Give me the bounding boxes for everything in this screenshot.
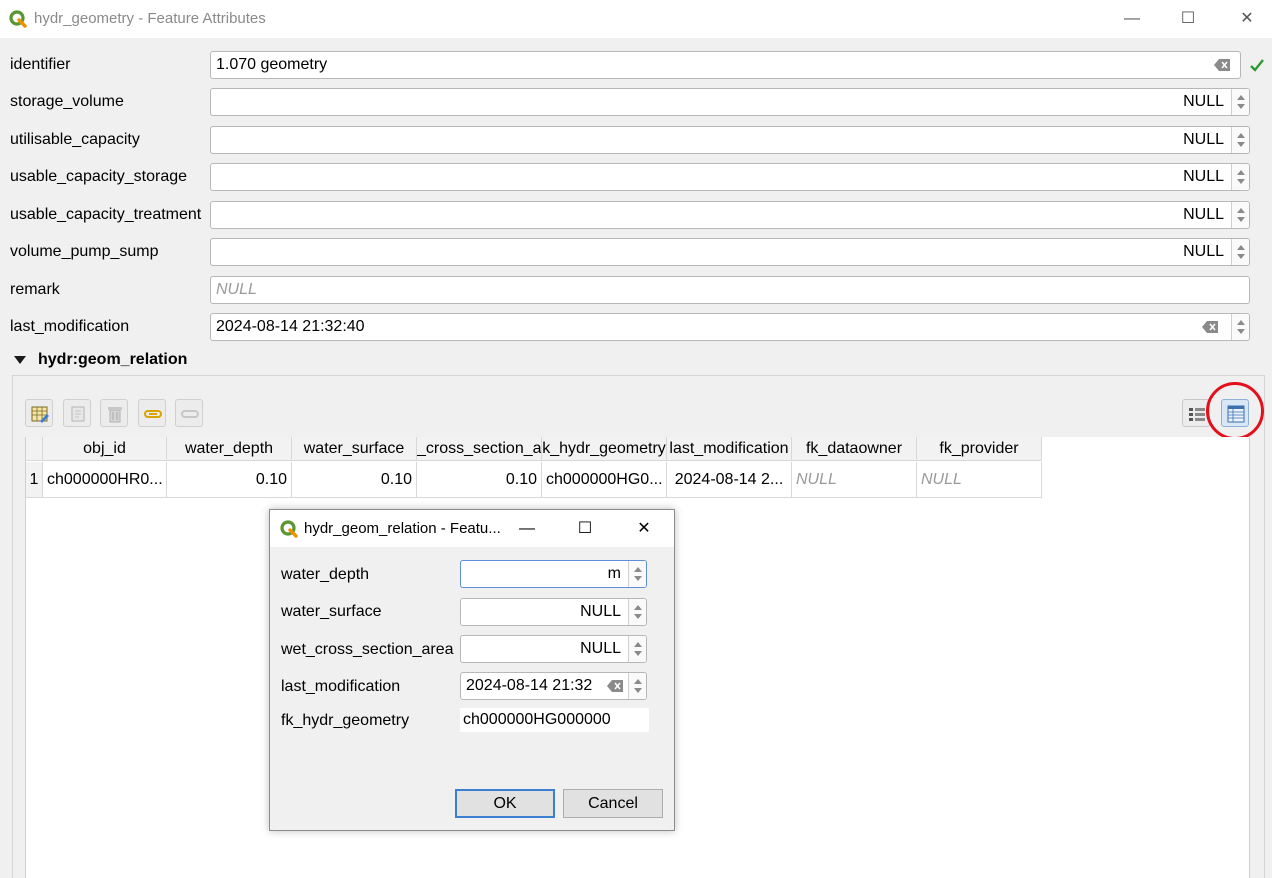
qgis-logo-icon [9, 10, 27, 28]
minimize-button[interactable]: — [1103, 0, 1161, 38]
water-surface-spinbox[interactable]: NULL [460, 598, 647, 626]
volume-pump-sump-value: NULL [1183, 243, 1224, 260]
spinbox-arrows-icon[interactable] [628, 636, 646, 662]
water-depth-label: water_depth [281, 566, 370, 583]
spinbox-arrows-icon[interactable] [628, 561, 646, 587]
usable-capacity-storage-label: usable_capacity_storage [10, 168, 188, 185]
water-depth-spinbox[interactable]: m [460, 560, 647, 588]
window-titlebar: hydr_geometry - Feature Attributes — ☐ ✕ [0, 0, 1272, 38]
cancel-button[interactable]: Cancel [563, 789, 663, 818]
utilisable-capacity-spinbox[interactable]: NULL [210, 126, 1250, 154]
toggle-editing-button[interactable] [25, 399, 53, 427]
maximize-button[interactable]: ☐ [1159, 0, 1217, 38]
save-edits-button[interactable] [63, 399, 91, 427]
table-cell[interactable]: NULL [917, 462, 1042, 498]
spinbox-arrows-icon[interactable] [1231, 164, 1249, 190]
clear-icon[interactable] [1214, 59, 1231, 71]
last-modification-value: 2024-08-14 21:32:40 [216, 318, 365, 335]
table-corner [26, 437, 43, 461]
identifier-label: identifier [10, 56, 71, 73]
storage-volume-label: storage_volume [10, 93, 124, 110]
water-depth-value: m [607, 565, 621, 582]
link-feature-button[interactable] [138, 399, 166, 427]
remark-placeholder: NULL [216, 281, 257, 298]
water-surface-value: NULL [580, 603, 621, 620]
feature-attributes-dialog: hydr_geom_relation - Featu... — ☐ ✕ wate… [269, 509, 675, 831]
storage-volume-spinbox[interactable]: NULL [210, 88, 1250, 116]
dialog-last-modification-label: last_modification [281, 678, 401, 695]
highlight-circle [1206, 382, 1264, 440]
dialog-last-modification-datetime[interactable]: 2024-08-14 21:32 [460, 672, 647, 700]
unlink-icon [181, 410, 199, 418]
table-cell[interactable]: ch000000HG0... [542, 462, 667, 498]
qgis-logo-icon [280, 520, 298, 538]
table-cell[interactable]: 0.10 [167, 462, 292, 498]
storage-volume-value: NULL [1183, 93, 1224, 110]
save-edits-icon [71, 406, 85, 422]
spinbox-arrows-icon[interactable] [1231, 239, 1249, 265]
delete-feature-button[interactable] [100, 399, 128, 427]
column-header-fk-provider[interactable]: fk_provider [917, 437, 1042, 461]
link-icon [144, 410, 162, 418]
column-header-fk-hydr-geometry[interactable]: k_hydr_geometry [542, 437, 667, 461]
dialog-minimize-button[interactable]: — [502, 510, 552, 547]
clear-icon[interactable] [1202, 321, 1219, 333]
ok-button[interactable]: OK [455, 789, 555, 818]
dialog-titlebar: hydr_geom_relation - Featu... — ☐ ✕ [270, 510, 674, 547]
remark-label: remark [10, 281, 60, 298]
usable-capacity-treatment-value: NULL [1183, 206, 1224, 223]
usable-capacity-storage-spinbox[interactable]: NULL [210, 163, 1250, 191]
form-view-icon [1189, 408, 1205, 421]
valid-check-icon [1250, 59, 1264, 72]
dialog-title: hydr_geom_relation - Featu... [304, 520, 501, 537]
wet-cross-section-area-value: NULL [580, 640, 621, 657]
dialog-close-button[interactable]: ✕ [619, 510, 669, 547]
usable-capacity-treatment-spinbox[interactable]: NULL [210, 201, 1250, 229]
trash-icon [108, 407, 122, 423]
spinbox-arrows-icon[interactable] [628, 673, 646, 699]
relation-section-title: hydr:geom_relation [38, 351, 188, 368]
column-header-fk-dataowner[interactable]: fk_dataowner [792, 437, 917, 461]
row-number[interactable]: 1 [26, 462, 43, 498]
wet-cross-section-area-spinbox[interactable]: NULL [460, 635, 647, 663]
last-modification-datetime[interactable]: 2024-08-14 21:32:40 [210, 313, 1250, 341]
remark-input[interactable]: NULL [210, 276, 1250, 304]
volume-pump-sump-label: volume_pump_sump [10, 243, 159, 260]
edit-table-icon [31, 406, 49, 423]
utilisable-capacity-label: utilisable_capacity [10, 131, 140, 148]
table-cell[interactable]: 0.10 [417, 462, 542, 498]
volume-pump-sump-spinbox[interactable]: NULL [210, 238, 1250, 266]
column-header-obj-id[interactable]: obj_id [43, 437, 167, 461]
spinbox-arrows-icon[interactable] [1231, 89, 1249, 115]
collapse-triangle-icon[interactable] [12, 352, 28, 368]
identifier-value: 1.070 geometry [216, 56, 328, 73]
wet-cross-section-area-label: wet_cross_section_area [281, 641, 454, 658]
table-cell[interactable]: 0.10 [292, 462, 417, 498]
close-button[interactable]: ✕ [1218, 0, 1272, 38]
dialog-last-modification-value: 2024-08-14 21:32 [466, 677, 593, 694]
spinbox-arrows-icon[interactable] [1231, 202, 1249, 228]
fk-hydr-geometry-label: fk_hydr_geometry [281, 712, 410, 729]
utilisable-capacity-value: NULL [1183, 131, 1224, 148]
spinbox-arrows-icon[interactable] [1231, 314, 1249, 340]
identifier-input[interactable]: 1.070 geometry [210, 51, 1241, 79]
table-cell[interactable]: NULL [792, 462, 917, 498]
unlink-feature-button[interactable] [175, 399, 203, 427]
spinbox-arrows-icon[interactable] [1231, 127, 1249, 153]
column-header-last-modification[interactable]: last_modification [667, 437, 792, 461]
column-header-water-depth[interactable]: water_depth [167, 437, 292, 461]
spinbox-arrows-icon[interactable] [628, 599, 646, 625]
column-header-cross-section[interactable]: _cross_section_a [417, 437, 542, 461]
table-cell[interactable]: 2024-08-14 2... [667, 462, 792, 498]
usable-capacity-treatment-label: usable_capacity_treatment [10, 206, 202, 223]
usable-capacity-storage-value: NULL [1183, 168, 1224, 185]
fk-hydr-geometry-value: ch000000HG000000 [460, 708, 649, 732]
clear-icon[interactable] [607, 680, 624, 692]
dialog-maximize-button[interactable]: ☐ [560, 510, 610, 547]
column-header-water-surface[interactable]: water_surface [292, 437, 417, 461]
water-surface-label: water_surface [281, 603, 382, 620]
window-title: hydr_geometry - Feature Attributes [34, 10, 266, 27]
last-modification-label: last_modification [10, 318, 130, 335]
table-cell[interactable]: ch000000HR0... [43, 462, 167, 498]
